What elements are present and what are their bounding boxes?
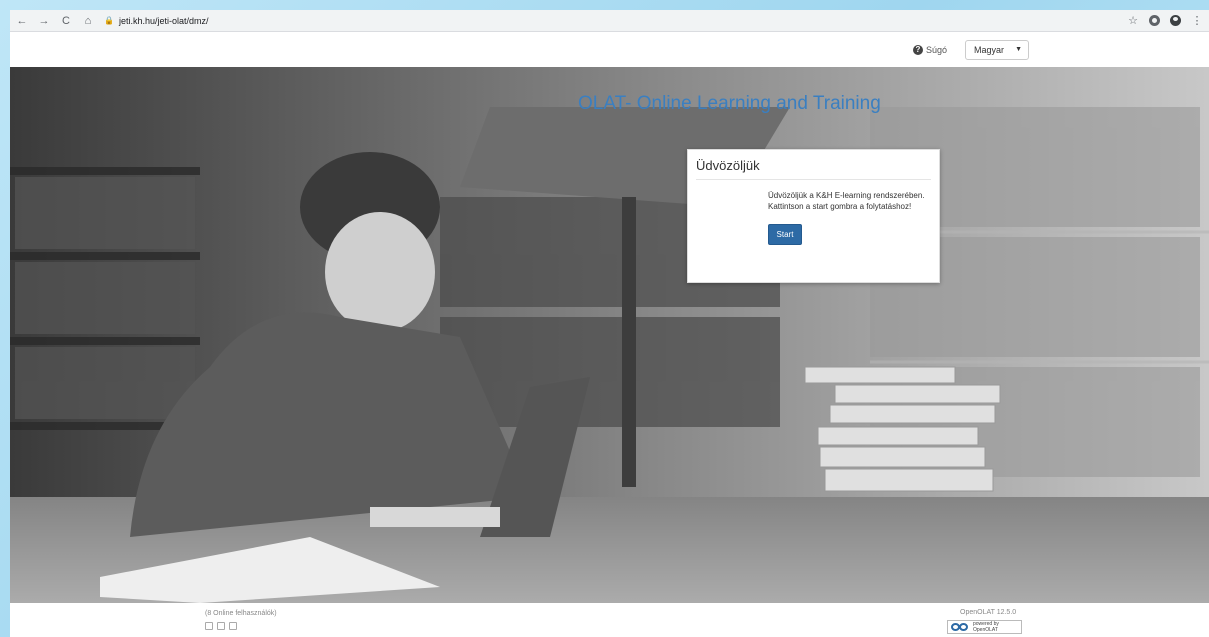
- image-icon[interactable]: [205, 622, 213, 630]
- back-icon[interactable]: ←: [16, 15, 28, 27]
- reload-icon[interactable]: C: [60, 15, 72, 27]
- browser-window: ← → C ⌂ 🔒 jeti.kh.hu/jeti-olat/dmz/ ☆ ⋮ …: [10, 10, 1209, 637]
- page-title: OLAT- Online Learning and Training: [578, 93, 881, 114]
- site-header: ? Súgó Magyar ▼: [10, 32, 1209, 67]
- profile-icon[interactable]: [1170, 15, 1181, 26]
- welcome-title: Üdvözöljük: [696, 158, 931, 180]
- chevron-down-icon: ▼: [1015, 46, 1022, 53]
- hero-banner: OLAT- Online Learning and Training Üdvöz…: [10, 67, 1209, 603]
- qr-icon[interactable]: [229, 622, 237, 630]
- powered-by-text: powered by OpenOLAT: [973, 621, 999, 633]
- openolat-logo-icon: [951, 623, 969, 631]
- lock-icon: 🔒: [104, 16, 114, 25]
- footer: (8 Online felhasználók) OpenOLAT 12.5.0 …: [10, 603, 1209, 637]
- link-icon[interactable]: [217, 622, 225, 630]
- help-label: Súgó: [925, 44, 947, 55]
- powered-by-badge[interactable]: powered by OpenOLAT: [947, 620, 1022, 634]
- welcome-message: Üdvözöljük a K&H E-learning rendszerében…: [768, 191, 925, 211]
- online-users-link[interactable]: (8 Online felhasználók): [205, 610, 277, 617]
- address-bar[interactable]: 🔒 jeti.kh.hu/jeti-olat/dmz/: [104, 16, 209, 26]
- bookmark-star-icon[interactable]: ☆: [1127, 15, 1139, 27]
- library-background-image: [10, 67, 1209, 603]
- extension-icon[interactable]: [1149, 15, 1160, 26]
- help-link[interactable]: ? Súgó: [912, 44, 947, 55]
- welcome-panel: Üdvözöljük Üdvözöljük a K&H E-learning r…: [687, 149, 940, 283]
- forward-icon[interactable]: →: [38, 15, 50, 27]
- language-value: Magyar: [974, 44, 1005, 55]
- start-button[interactable]: Start: [768, 224, 802, 245]
- menu-icon[interactable]: ⋮: [1191, 15, 1203, 27]
- url-text: jeti.kh.hu/jeti-olat/dmz/: [118, 15, 209, 26]
- home-icon[interactable]: ⌂: [82, 15, 94, 27]
- browser-toolbar: ← → C ⌂ 🔒 jeti.kh.hu/jeti-olat/dmz/ ☆ ⋮: [10, 10, 1209, 32]
- language-select[interactable]: Magyar ▼: [965, 39, 1029, 60]
- version-label: OpenOLAT 12.5.0: [960, 609, 1017, 616]
- footer-icon-group: [205, 622, 237, 630]
- question-icon: ?: [912, 44, 923, 55]
